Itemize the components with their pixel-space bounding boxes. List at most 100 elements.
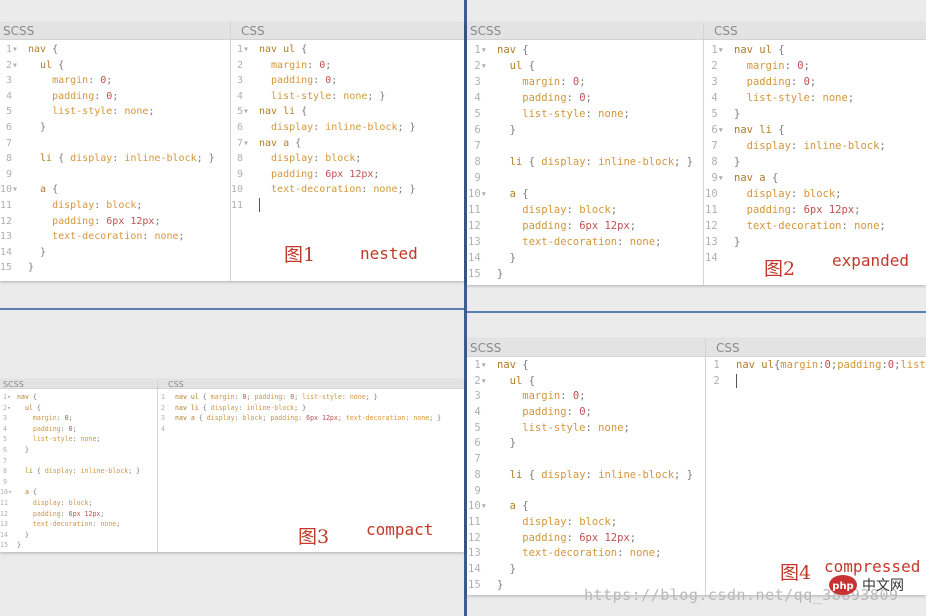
code-token: ; [623, 421, 630, 434]
code-line: 14 } [467, 562, 705, 578]
code-token: : [566, 515, 580, 528]
code-token: ; [585, 92, 592, 104]
code-token: : [313, 153, 326, 165]
code-token: nav a [734, 172, 772, 184]
code-token: padding [837, 359, 882, 371]
code-line: 4 [158, 424, 464, 435]
line-number: 11 [231, 199, 250, 211]
code-line: 9 [0, 167, 230, 183]
code-line: 11 display: block; [467, 202, 703, 218]
line-number: 9 [236, 168, 249, 180]
code-text: nav ul { [734, 42, 785, 58]
code-token: ; } [128, 467, 141, 476]
code-line: 13 text-decoration: none; [467, 546, 705, 562]
code-token: { [778, 124, 785, 136]
code-token: inline-block [598, 468, 675, 481]
code-token: } [17, 541, 21, 550]
line-number: 13 [705, 236, 724, 248]
code-line: 3 margin: 0; [0, 73, 230, 89]
code-token: 6px 12px [306, 414, 338, 423]
code-token: text-decoration [259, 184, 362, 196]
scss-editor-code[interactable]: 1▾ nav {2▾ ul {3 margin: 0; 4 padding: 0; 5… [0, 392, 157, 552]
code-line: 2▾ ul { [0, 58, 230, 74]
code-token: { [522, 359, 529, 371]
code-line: 1▾ nav { [0, 42, 230, 58]
line-number: 5 [3, 435, 11, 444]
code-text: nav { [497, 42, 529, 58]
scss-editor-code[interactable]: 1▾ nav {2▾ ul {3 margin: 0; 4 padding: 0; 5… [467, 42, 703, 285]
code-text: display: block; [497, 202, 617, 218]
code-token: { [528, 60, 535, 72]
code-token: ; [294, 393, 303, 401]
code-token: 6px 12px [68, 509, 101, 518]
code-token: a [497, 500, 523, 513]
code-line: 9 padding: 6px 12px; [231, 167, 464, 183]
code-token: inline-block [124, 153, 197, 165]
code-token: padding [497, 92, 567, 104]
code-token: ; [373, 168, 380, 180]
code-line: 3 nav a { display: block; padding: 6px 1… [158, 413, 464, 424]
code-token: padding [254, 393, 283, 401]
code-text: nav ul { margin: 0; padding: 0; list-sty… [175, 392, 378, 403]
code-text: list-style: none; } [259, 89, 385, 105]
code-token: inline-block [803, 140, 880, 152]
code-text: display: block; [28, 198, 142, 214]
code-token: : [72, 467, 81, 476]
code-token: : [60, 509, 69, 518]
code-token: none [854, 220, 880, 232]
code-text: nav ul { [259, 42, 307, 58]
code-token: none [100, 520, 117, 529]
line-number: 15 [468, 578, 487, 591]
code-token: nav [497, 359, 523, 371]
code-token: none [629, 547, 656, 560]
code-text: ul { [28, 58, 64, 74]
line-number: 8 [711, 156, 724, 168]
line-number: 4 [5, 90, 18, 102]
code-token: block [579, 204, 611, 216]
code-line: 7 display: inline-block; [704, 138, 926, 154]
code-token: inline-block [598, 156, 675, 168]
code-text [736, 373, 737, 390]
line-number: 4 [236, 90, 249, 102]
code-token: : [88, 75, 101, 87]
css-editor-code[interactable]: 1▾ nav ul {2 margin: 0; 3 padding: 0; 4 lis… [231, 42, 464, 281]
line-number: 14 [0, 530, 12, 539]
code-token: list-style [259, 90, 332, 102]
code-token: block [579, 515, 611, 528]
code-token: ; [112, 90, 119, 102]
code-line: 13 } [704, 234, 926, 250]
code-token: : [790, 204, 804, 216]
code-token: a [497, 188, 523, 200]
line-number: 7▾ [236, 137, 249, 149]
code-token: display [259, 121, 314, 133]
code-token: padding [17, 424, 61, 433]
code-token: nav ul [259, 44, 302, 55]
code-token: li [28, 153, 59, 165]
line-number: 2 [713, 374, 726, 387]
code-text: li { display: inline-block; } [17, 466, 140, 477]
line-number: 4 [711, 92, 724, 104]
code-token: ; [178, 231, 185, 243]
line-number: 12 [0, 509, 12, 518]
code-text: } [17, 530, 29, 541]
code-token: { [771, 172, 779, 184]
scss-editor-code[interactable]: 1▾ nav {2▾ ul {3 margin: 0; 4 padding: 0; 5… [0, 42, 230, 281]
line-number: 9 [474, 172, 487, 184]
line-number: 11 [468, 515, 487, 528]
code-token: list-style [734, 92, 810, 104]
code-text: padding: 0; [734, 74, 817, 90]
code-text: text-decoration: none; [28, 229, 185, 245]
code-line: 5 list-style: none; [467, 106, 703, 122]
scss-pane-header: SCSS [467, 339, 705, 357]
code-text: nav { [497, 358, 529, 374]
code-token: { [778, 44, 785, 56]
code-token: } [497, 268, 504, 280]
line-number: 8 [3, 467, 11, 476]
code-line: 12 padding: 6px 12px; [467, 531, 705, 547]
scss-editor-code[interactable]: 1▾ nav {2▾ ul {3 margin: 0; 4 padding: 0; 5… [467, 358, 705, 595]
code-token: : [72, 435, 81, 444]
code-text: li { display: inline-block; } [497, 154, 693, 170]
code-token: : [790, 76, 804, 88]
output-style-label: expanded [832, 251, 910, 270]
css-editor-code[interactable]: 1▾ nav ul {2 margin: 0; 3 padding: 0; 4 lis… [704, 42, 926, 285]
